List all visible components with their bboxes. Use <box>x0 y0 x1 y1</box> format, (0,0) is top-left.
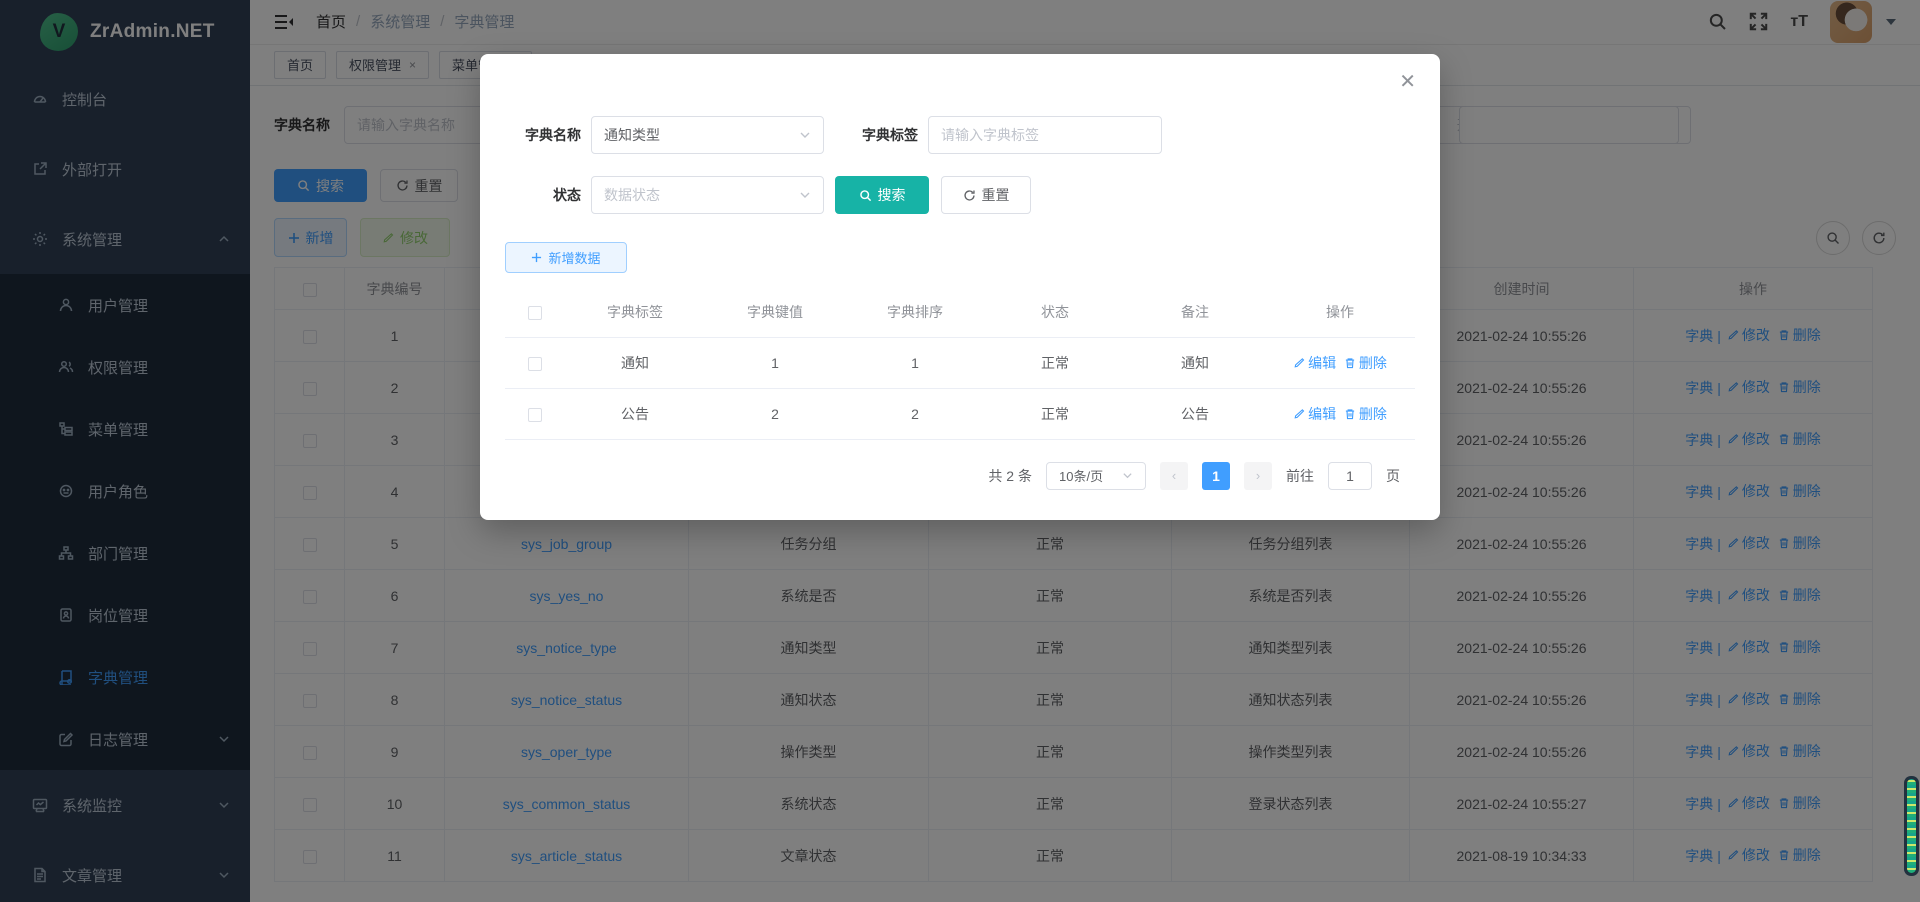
dialog-reset-button[interactable]: 重置 <box>941 176 1031 214</box>
add-dict-data-button[interactable]: 新增数据 <box>505 242 627 273</box>
cell-status: 正常 <box>985 337 1125 388</box>
scrollbar-thumb[interactable] <box>1907 779 1916 873</box>
header-checkbox-cell <box>505 287 565 337</box>
goto-page-input[interactable] <box>1328 462 1372 490</box>
column-header-status: 状态 <box>985 287 1125 337</box>
dict-name-select[interactable]: 通知类型 <box>591 116 824 154</box>
status-label: 状态 <box>505 185 581 205</box>
cell-remark: 公告 <box>1125 388 1265 439</box>
dialog-table-header-row: 字典标签 字典键值 字典排序 状态 备注 操作 <box>505 287 1415 337</box>
cell-sort: 1 <box>845 337 985 388</box>
page-unit-label: 页 <box>1386 466 1400 486</box>
cell-actions: 编辑 删除 <box>1265 337 1415 388</box>
edit-link[interactable]: 编辑 <box>1293 404 1336 424</box>
row-checkbox[interactable] <box>528 357 542 371</box>
dialog-close-icon[interactable]: ✕ <box>1399 72 1416 92</box>
dict-data-table: 字典标签 字典键值 字典排序 状态 备注 操作 通知 1 1 正常 通知 编 <box>505 287 1415 440</box>
chevron-down-icon <box>799 129 811 141</box>
delete-link[interactable]: 删除 <box>1344 404 1387 424</box>
prev-page-button[interactable]: ‹ <box>1160 462 1188 490</box>
column-header-sort: 字典排序 <box>845 287 985 337</box>
status-placeholder: 数据状态 <box>604 185 660 205</box>
dict-label-input[interactable] <box>928 116 1162 154</box>
chevron-down-icon <box>1122 470 1133 481</box>
dialog-search-button[interactable]: 搜索 <box>835 176 929 214</box>
page-size-select[interactable]: 10条/页 <box>1046 462 1146 490</box>
delete-link[interactable]: 删除 <box>1344 353 1387 373</box>
pagination: 共 2 条 10条/页 ‹ 1 › 前往 页 <box>480 462 1400 490</box>
cell-label: 公告 <box>565 388 705 439</box>
dialog-table-row: 公告 2 2 正常 公告 编辑 删除 <box>505 388 1415 439</box>
column-header-label: 字典标签 <box>565 287 705 337</box>
next-page-button[interactable]: › <box>1244 462 1272 490</box>
status-select[interactable]: 数据状态 <box>591 176 824 214</box>
dict-data-dialog: ✕ 字典名称 通知类型 字典标签 状态 数据状态 搜索 <box>480 54 1440 520</box>
goto-label: 前往 <box>1286 466 1314 486</box>
column-header-ops: 操作 <box>1265 287 1415 337</box>
dialog-table-row: 通知 1 1 正常 通知 编辑 删除 <box>505 337 1415 388</box>
row-checkbox[interactable] <box>528 408 542 422</box>
chevron-down-icon <box>799 189 811 201</box>
pagination-total: 共 2 条 <box>988 466 1032 486</box>
dict-name-label: 字典名称 <box>505 125 581 145</box>
cell-sort: 2 <box>845 388 985 439</box>
cell-remark: 通知 <box>1125 337 1265 388</box>
cell-status: 正常 <box>985 388 1125 439</box>
cell-label: 通知 <box>565 337 705 388</box>
cell-value: 2 <box>705 388 845 439</box>
cell-value: 1 <box>705 337 845 388</box>
cell-actions: 编辑 删除 <box>1265 388 1415 439</box>
page-scrollbar[interactable] <box>1904 776 1919 876</box>
current-page-button[interactable]: 1 <box>1202 462 1230 490</box>
select-all-checkbox[interactable] <box>528 306 542 320</box>
edit-link[interactable]: 编辑 <box>1293 353 1336 373</box>
dict-name-value: 通知类型 <box>604 125 660 145</box>
column-header-remark: 备注 <box>1125 287 1265 337</box>
dict-label-label: 字典标签 <box>856 125 918 145</box>
column-header-value: 字典键值 <box>705 287 845 337</box>
